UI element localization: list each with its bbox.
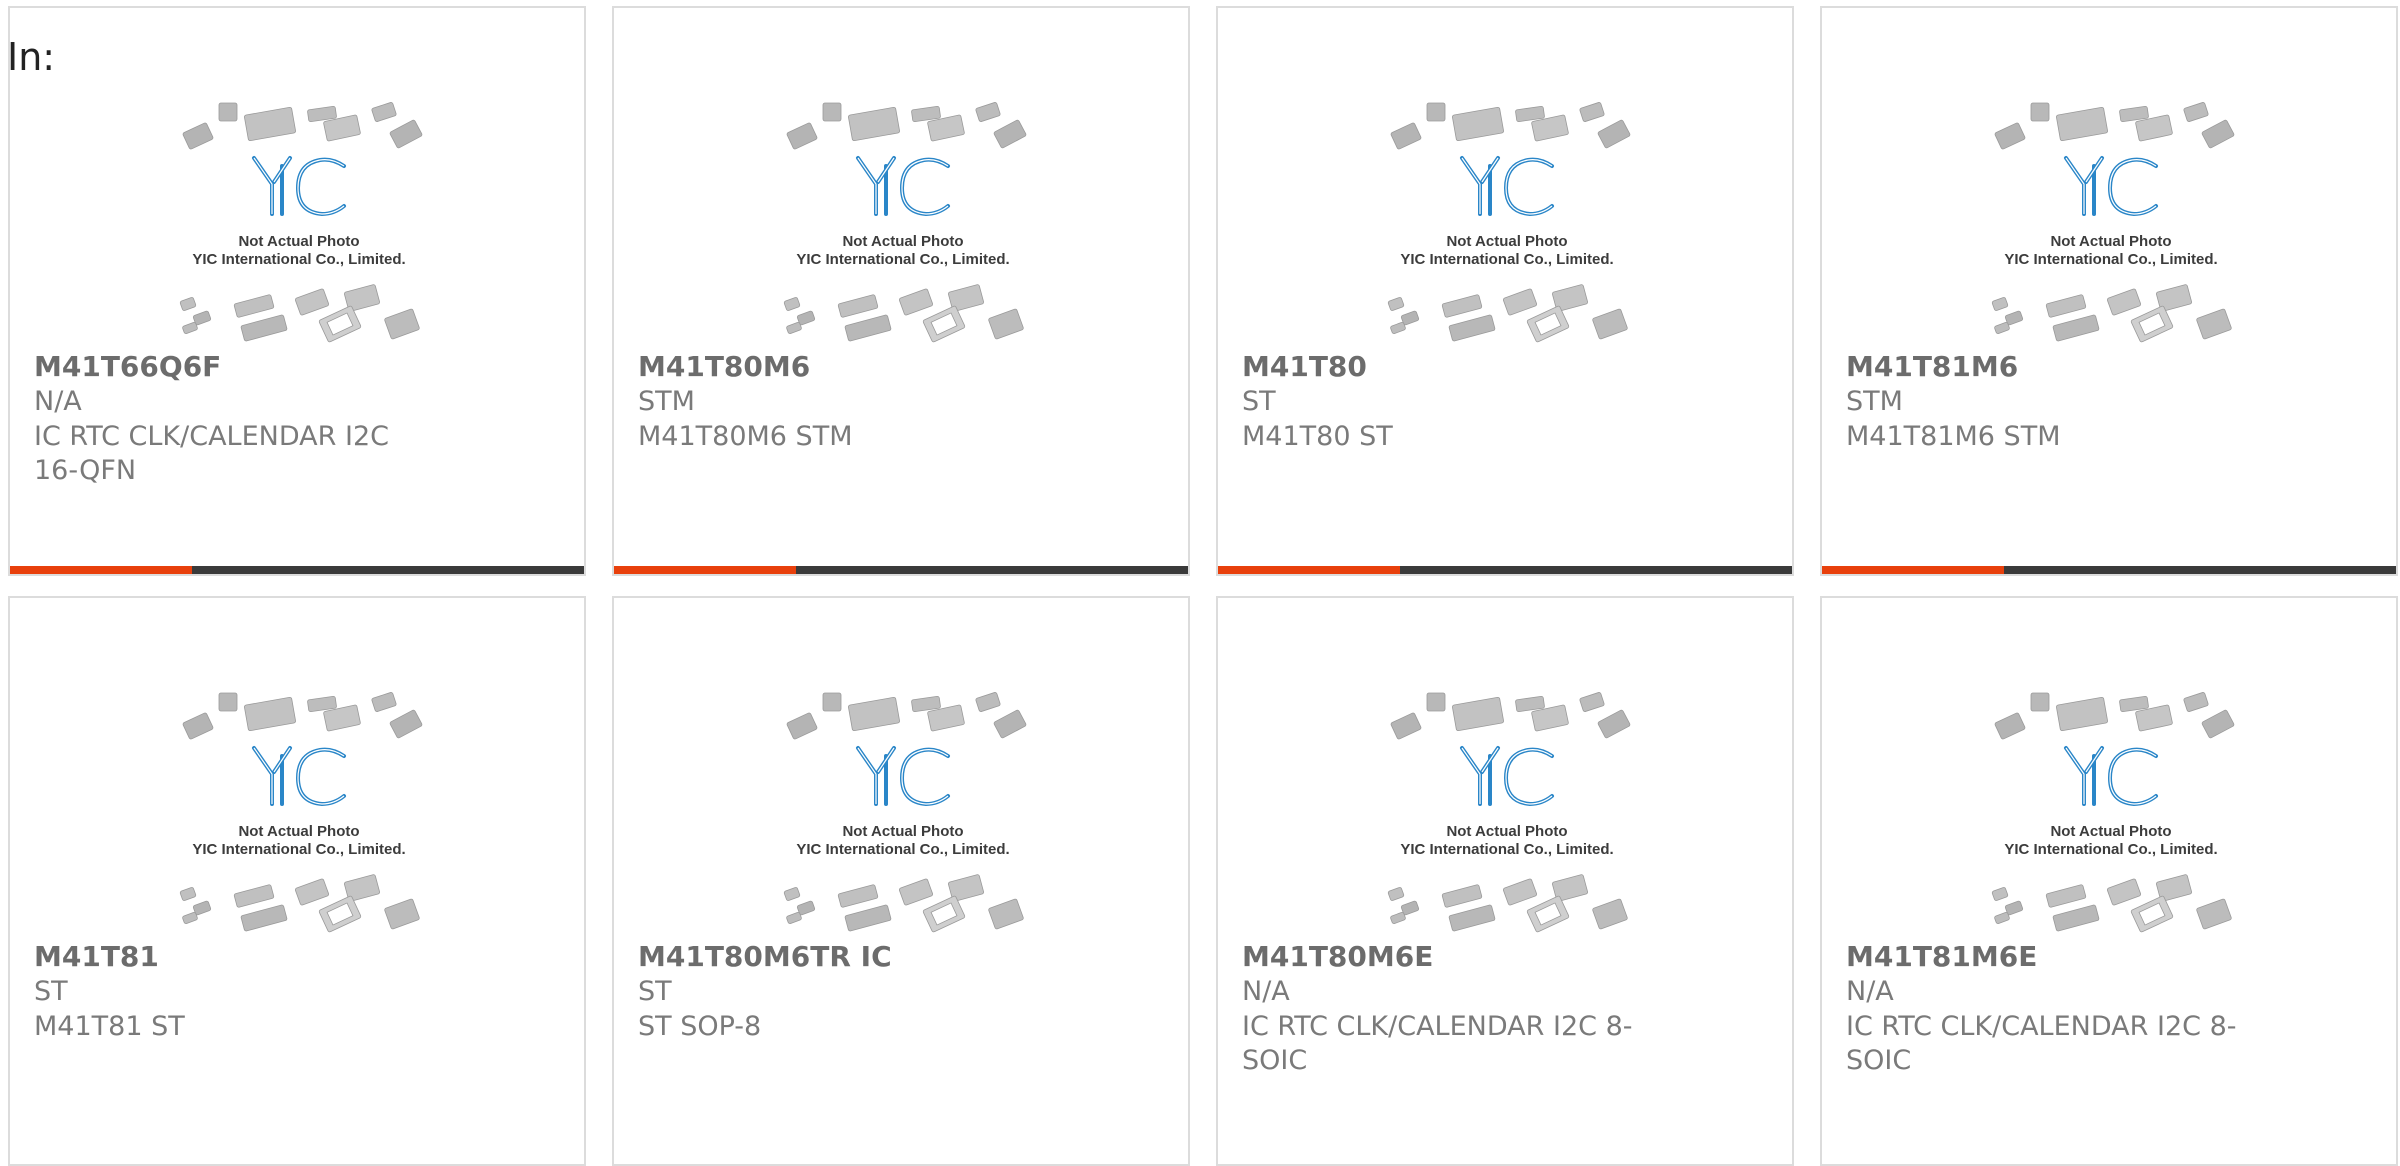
in-label: In: <box>7 35 56 79</box>
company-name-text: YIC International Co., Limited. <box>796 251 1009 268</box>
product-description: IC RTC CLK/CALENDAR I2C 16-QFN <box>34 421 389 486</box>
product-brand: ST <box>1242 386 1276 417</box>
product-name[interactable]: M41T80 <box>1242 350 1367 383</box>
not-actual-photo-text: Not Actual Photo <box>2050 233 2171 250</box>
not-actual-photo-text: Not Actual Photo <box>842 823 963 840</box>
product-brand: ST <box>34 976 68 1007</box>
company-name-text: YIC International Co., Limited. <box>796 841 1009 858</box>
not-actual-photo-text: Not Actual Photo <box>1446 233 1567 250</box>
product-placeholder-image[interactable]: Not Actual Photo YIC International Co., L… <box>1370 96 1644 346</box>
product-placeholder-image[interactable]: Not Actual Photo YIC International Co., L… <box>766 686 1040 936</box>
card-footer-bar <box>614 566 1188 574</box>
product-card[interactable]: Not Actual Photo YIC International Co., L… <box>8 596 586 1166</box>
card-accent-bar <box>1218 566 1400 574</box>
product-card[interactable]: Not Actual Photo YIC International Co., L… <box>8 6 586 576</box>
product-description: M41T81M6 STM <box>1846 421 2061 452</box>
product-name[interactable]: M41T80M6E <box>1242 940 1433 973</box>
product-placeholder-image[interactable]: Not Actual Photo YIC International Co., L… <box>1974 96 2248 346</box>
product-name[interactable]: M41T81M6E <box>1846 940 2037 973</box>
company-name-text: YIC International Co., Limited. <box>1400 841 1613 858</box>
product-placeholder-image[interactable]: Not Actual Photo YIC International Co., L… <box>1974 686 2248 936</box>
product-name[interactable]: M41T80M6 <box>638 350 810 383</box>
not-actual-photo-text: Not Actual Photo <box>238 233 359 250</box>
product-placeholder-image[interactable]: Not Actual Photo YIC International Co., L… <box>1370 686 1644 936</box>
product-placeholder-image[interactable]: Not Actual Photo YIC International Co., L… <box>766 96 1040 346</box>
product-brand: N/A <box>1846 976 1894 1007</box>
product-name[interactable]: M41T80M6TR IC <box>638 940 892 973</box>
not-actual-photo-graphic: Not Actual PhotoYIC International Co., L… <box>783 102 1027 343</box>
card-footer-bar <box>1822 566 2396 574</box>
not-actual-photo-text: Not Actual Photo <box>238 823 359 840</box>
product-card[interactable]: Not Actual Photo YIC International Co., L… <box>1216 596 1794 1166</box>
card-footer-bar <box>10 566 584 574</box>
product-card[interactable]: Not Actual Photo YIC International Co., L… <box>1216 6 1794 576</box>
not-actual-photo-graphic: Not Actual PhotoYIC International Co., L… <box>179 692 423 933</box>
company-name-text: YIC International Co., Limited. <box>192 841 405 858</box>
card-accent-bar <box>1822 566 2004 574</box>
company-name-text: YIC International Co., Limited. <box>192 251 405 268</box>
card-accent-bar <box>10 566 192 574</box>
product-description: IC RTC CLK/CALENDAR I2C 8-SOIC <box>1242 1011 1633 1076</box>
product-brand: STM <box>638 386 695 417</box>
product-card[interactable]: Not Actual Photo YIC International Co., L… <box>612 596 1190 1166</box>
product-description: M41T81 ST <box>34 1011 185 1042</box>
product-placeholder-image[interactable]: Not Actual Photo YIC International Co., L… <box>162 96 436 346</box>
product-name[interactable]: M41T81 <box>34 940 159 973</box>
card-accent-bar <box>614 566 796 574</box>
product-brand: ST <box>638 976 672 1007</box>
not-actual-photo-text: Not Actual Photo <box>2050 823 2171 840</box>
product-name[interactable]: M41T66Q6F <box>34 350 221 383</box>
product-card[interactable]: Not Actual Photo YIC International Co., L… <box>612 6 1190 576</box>
product-description: M41T80M6 STM <box>638 421 853 452</box>
product-description: M41T80 ST <box>1242 421 1393 452</box>
not-actual-photo-text: Not Actual Photo <box>842 233 963 250</box>
product-card[interactable]: Not Actual Photo YIC International Co., L… <box>1820 596 2398 1166</box>
company-name-text: YIC International Co., Limited. <box>2004 251 2217 268</box>
product-brand: N/A <box>34 386 82 417</box>
not-actual-photo-graphic: Not Actual PhotoYIC International Co., L… <box>1991 102 2235 343</box>
company-name-text: YIC International Co., Limited. <box>2004 841 2217 858</box>
product-card[interactable]: Not Actual Photo YIC International Co., L… <box>1820 6 2398 576</box>
not-actual-photo-graphic: Not Actual PhotoYIC International Co., L… <box>1991 692 2235 933</box>
company-name-text: YIC International Co., Limited. <box>1400 251 1613 268</box>
product-brand: N/A <box>1242 976 1290 1007</box>
not-actual-photo-graphic: Not Actual PhotoYIC International Co., L… <box>1387 692 1631 933</box>
card-footer-bar <box>1218 566 1792 574</box>
product-brand: STM <box>1846 386 1903 417</box>
product-description: ST SOP-8 <box>638 1011 762 1042</box>
product-grid: Not Actual Photo YIC International Co., L… <box>8 6 2398 1166</box>
not-actual-photo-text: Not Actual Photo <box>1446 823 1567 840</box>
product-name[interactable]: M41T81M6 <box>1846 350 2018 383</box>
not-actual-photo-graphic: Not Actual PhotoYIC International Co., L… <box>783 692 1027 933</box>
product-description: IC RTC CLK/CALENDAR I2C 8-SOIC <box>1846 1011 2237 1076</box>
product-placeholder-image[interactable]: Not Actual Photo YIC International Co., L… <box>162 686 436 936</box>
not-actual-photo-graphic: Not Actual PhotoYIC International Co., L… <box>179 102 423 343</box>
not-actual-photo-graphic: Not Actual PhotoYIC International Co., L… <box>1387 102 1631 343</box>
